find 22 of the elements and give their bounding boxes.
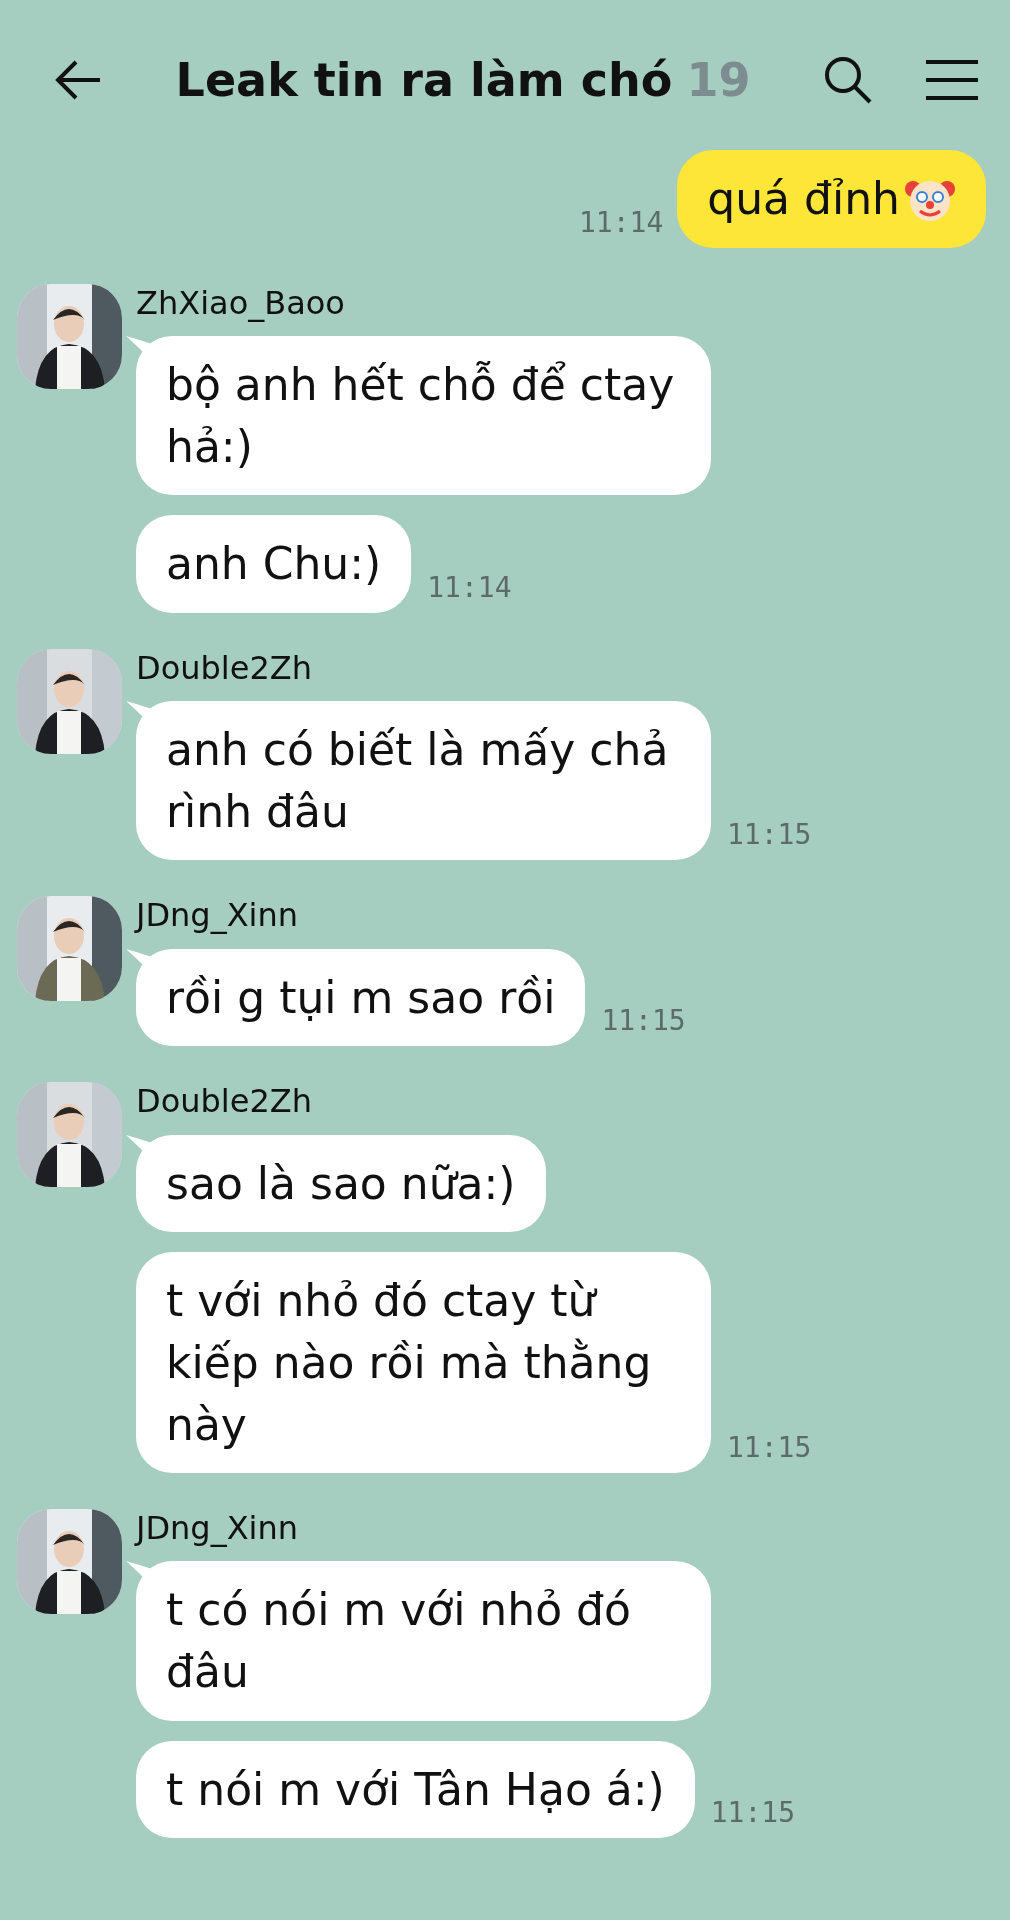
message-time: 11:15 [601,1003,686,1040]
message-bubble: t với nhỏ đó ctay từ kiếp nào rồi mà thằng này [136,1252,711,1474]
message-time: 11:14 [579,204,664,241]
message-time: 11:15 [710,1795,796,1832]
sender-name: ZhXiao_Baoo [136,283,346,322]
message-bubble: quá đỉnh [677,150,986,248]
message-bubble: bộ anh hết chỗ để ctay hả:) [136,336,711,496]
sender-name: Double2Zh [136,648,313,688]
sender-name: JDng_Xinn [136,896,300,935]
message-bubble: t nói m với Tân Hạo á:) [136,1740,695,1839]
message-bubble: rồi g tụi m sao rồi [136,948,586,1047]
sender-name: JDng_Xinn [136,1509,300,1548]
message-bubble: sao là sao nữa:) [136,1134,546,1233]
message-bubble: t có nói m với nhỏ đó đâu [136,1561,711,1721]
message-time: 11:14 [427,569,512,606]
sender-name: Double2Zh [136,1082,313,1121]
member-count: 19 [686,51,751,109]
message-bubble: anh Chu:) [136,515,412,613]
message-bubble: anh có biết là mấy chả rình đâu [136,701,711,861]
message-time: 11:15 [727,817,812,854]
chat-title: Leak tin ra làm chó [175,51,673,109]
message-time: 11:15 [727,1430,812,1467]
